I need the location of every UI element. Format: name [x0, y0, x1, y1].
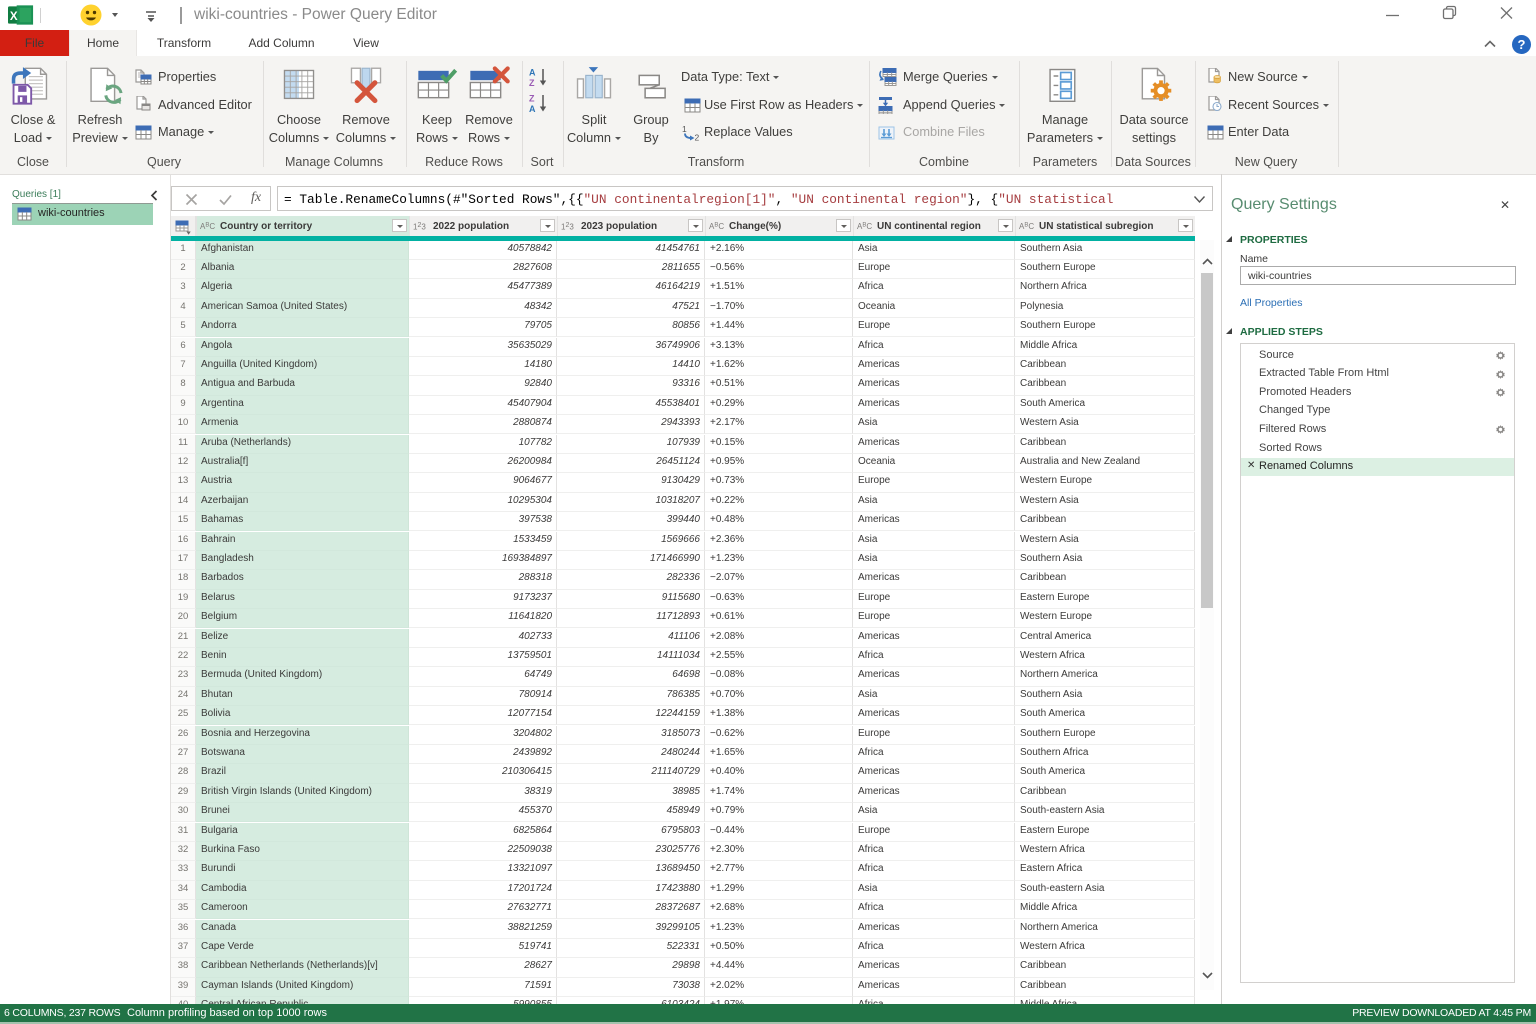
svg-text:A: A — [529, 104, 536, 114]
svg-text:Z: Z — [529, 78, 535, 88]
svg-text:2: 2 — [695, 133, 700, 142]
svg-text:A: A — [529, 68, 536, 78]
svg-text:1: 1 — [682, 124, 687, 134]
svg-text:X: X — [10, 11, 18, 23]
svg-text:Z: Z — [529, 94, 535, 104]
